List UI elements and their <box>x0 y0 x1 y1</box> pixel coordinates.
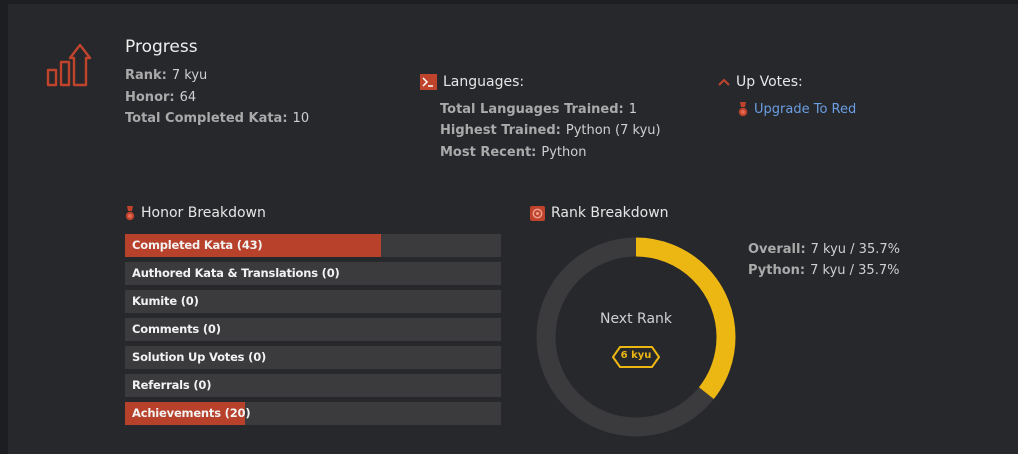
upgrade-to-red-label: Upgrade To Red <box>754 102 857 117</box>
most-recent-label: Most Recent: <box>440 145 537 160</box>
upvotes-heading: Up Votes: <box>718 74 803 90</box>
honor-stat: Honor: 64 <box>125 90 196 105</box>
python-rank-label: Python: <box>748 263 806 278</box>
next-rank-badge-label: 6 kyu <box>620 350 652 361</box>
languages-trained-value: 1 <box>628 102 638 117</box>
next-rank-badge: 6 kyu <box>612 346 660 368</box>
honor-bar-label: Comments (0) <box>132 322 221 336</box>
overall-rank-value: 7 kyu / 35.7% <box>810 242 900 257</box>
honor-bar-achievements: Achievements (20) <box>125 402 501 425</box>
upgrade-to-red-link[interactable]: Upgrade To Red <box>738 102 856 117</box>
completed-stat: Total Completed Kata: 10 <box>125 111 309 126</box>
highest-trained-value: Python (7 kyu) <box>565 123 661 138</box>
progress-chart-icon <box>46 43 92 87</box>
honor-bar-label: Achievements (20) <box>132 406 251 420</box>
rank-stat: Rank: 7 kyu <box>125 68 207 83</box>
page-title: Progress <box>125 37 198 57</box>
next-rank-label: Next Rank <box>599 311 673 327</box>
target-icon <box>530 205 545 221</box>
honor-bar-label: Kumite (0) <box>132 294 199 308</box>
honor-value: 64 <box>179 90 197 105</box>
honor-bar-solution-up-votes: Solution Up Votes (0) <box>125 346 501 369</box>
most-recent-value: Python <box>541 145 587 160</box>
python-rank-stat: Python: 7 kyu / 35.7% <box>748 263 899 278</box>
rank-value: 7 kyu <box>171 68 208 83</box>
highest-trained-label: Highest Trained: <box>440 123 561 138</box>
rank-label: Rank: <box>125 68 167 83</box>
languages-heading: Languages: <box>420 74 524 90</box>
completed-label: Total Completed Kata: <box>125 111 288 126</box>
highest-trained-stat: Highest Trained: Python (7 kyu) <box>440 123 661 138</box>
rank-progress-donut <box>536 237 736 437</box>
honor-bar-label: Referrals (0) <box>132 378 212 392</box>
honor-bar-label: Solution Up Votes (0) <box>132 350 267 364</box>
upvotes-heading-label: Up Votes: <box>736 74 803 90</box>
rank-breakdown-label: Rank Breakdown <box>551 205 669 221</box>
honor-label: Honor: <box>125 90 175 105</box>
languages-trained-stat: Total Languages Trained: 1 <box>440 102 637 117</box>
honor-bar-label: Completed Kata (43) <box>132 238 263 252</box>
honor-bar-authored-kata: Authored Kata & Translations (0) <box>125 262 501 285</box>
honor-bar-referrals: Referrals (0) <box>125 374 501 397</box>
honor-bar-completed-kata: Completed Kata (43) <box>125 234 501 257</box>
honor-bar-kumite: Kumite (0) <box>125 290 501 313</box>
overall-rank-stat: Overall: 7 kyu / 35.7% <box>748 242 900 257</box>
languages-trained-label: Total Languages Trained: <box>440 102 624 117</box>
most-recent-stat: Most Recent: Python <box>440 145 586 160</box>
medal-icon <box>125 205 135 220</box>
chevron-up-icon <box>718 78 730 86</box>
rank-breakdown-heading: Rank Breakdown <box>530 205 669 221</box>
medal-icon <box>738 102 748 117</box>
honor-breakdown-label: Honor Breakdown <box>141 205 266 221</box>
honor-bar-label: Authored Kata & Translations (0) <box>132 266 340 280</box>
python-rank-value: 7 kyu / 35.7% <box>810 263 900 278</box>
progress-panel: Progress Rank: 7 kyu Honor: 64 Total Compl… <box>8 4 1018 454</box>
terminal-icon <box>420 74 437 90</box>
honor-breakdown-heading: Honor Breakdown <box>125 205 266 221</box>
overall-rank-label: Overall: <box>748 242 806 257</box>
languages-heading-label: Languages: <box>443 74 525 90</box>
honor-bar-comments: Comments (0) <box>125 318 501 341</box>
completed-value: 10 <box>292 111 310 126</box>
